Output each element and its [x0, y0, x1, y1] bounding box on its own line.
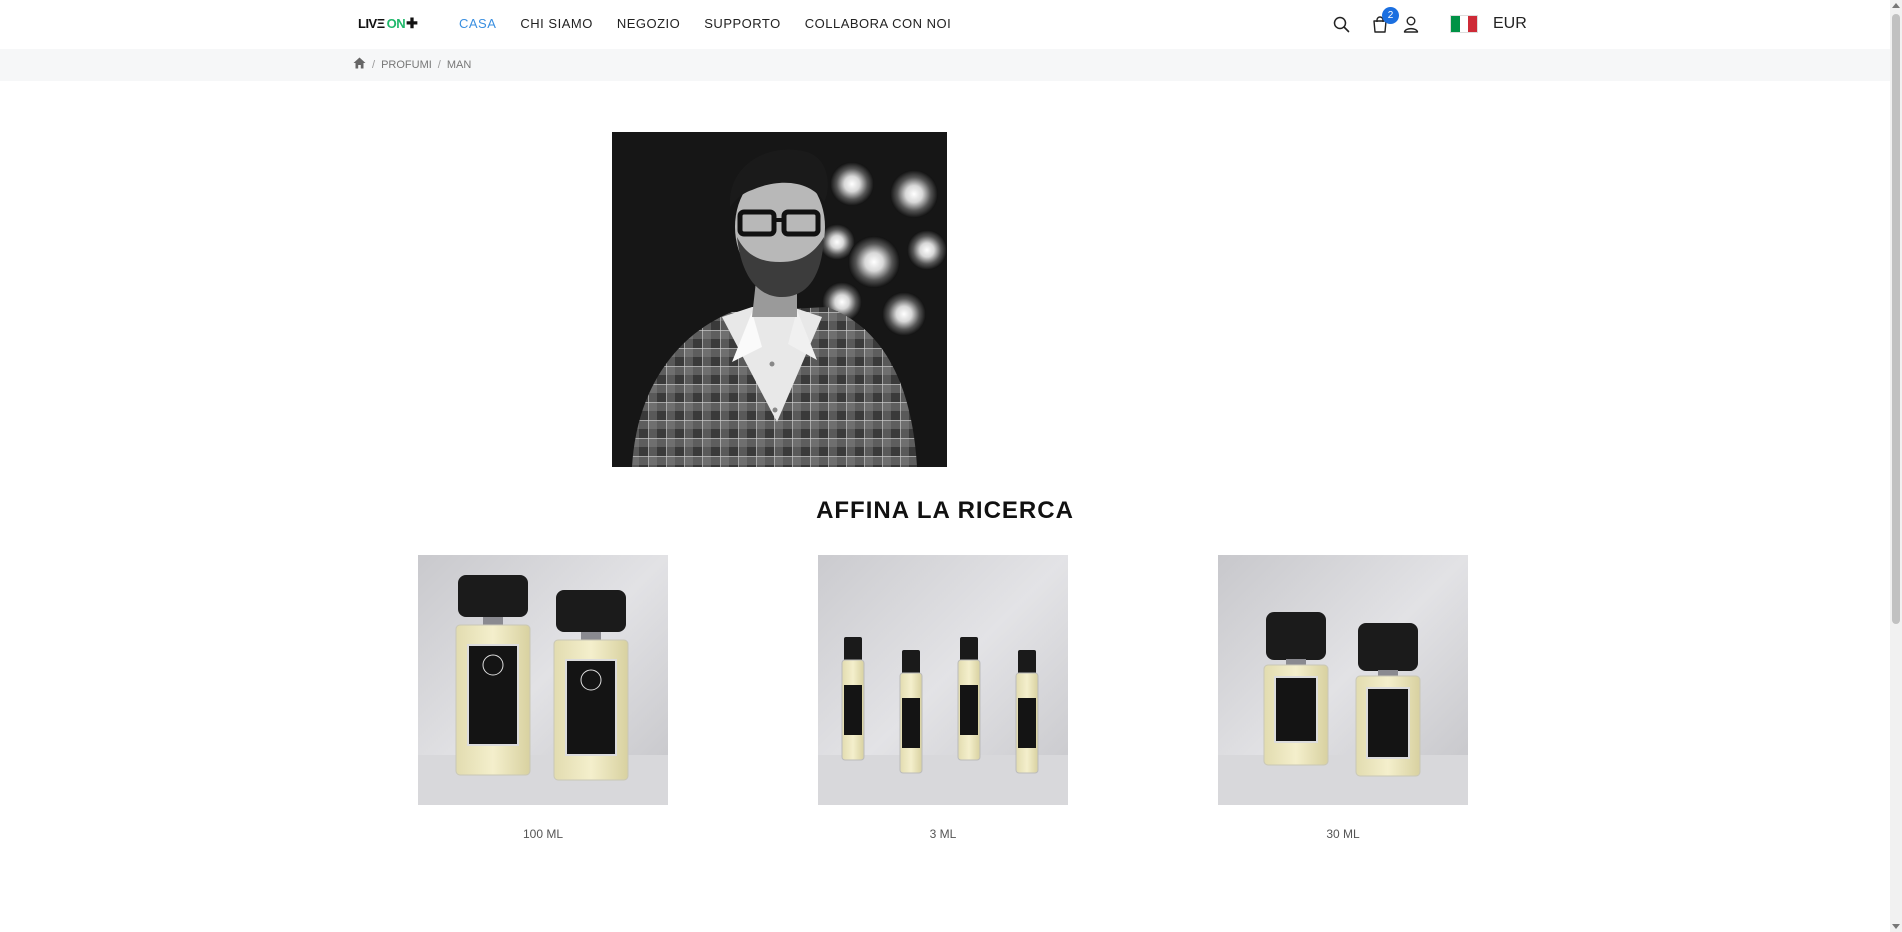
breadcrumb-item-man: MAN: [446, 58, 472, 71]
product-card-100ml[interactable]: 100 ML: [418, 555, 668, 841]
cart-button[interactable]: 2: [1369, 7, 1399, 35]
breadcrumb-bar: / PROFUMI / MAN: [0, 49, 1890, 81]
logo-text-live: LIVΞ: [358, 15, 385, 31]
breadcrumb-separator: /: [437, 58, 441, 71]
scrollbar-thumb[interactable]: [1892, 14, 1900, 624]
product-image-3ml[interactable]: [818, 555, 1068, 805]
nav-item-chi-siamo[interactable]: CHI SIAMO: [520, 16, 592, 31]
site-header: LIVΞ ON ✚ CASA CHI SIAMO NEGOZIO SUPPORT…: [0, 0, 1890, 49]
scroll-up-icon[interactable]: [1892, 3, 1900, 8]
nav-item-collabora-con-noi[interactable]: COLLABORA CON NOI: [805, 16, 951, 31]
header-actions: 2 EUR: [1330, 7, 1527, 36]
page-scrollbar[interactable]: [1890, 0, 1902, 932]
product-card-3ml[interactable]: 3 ML: [818, 555, 1068, 841]
breadcrumb: / PROFUMI / MAN: [353, 57, 471, 72]
currency-selector[interactable]: EUR: [1493, 15, 1527, 33]
product-label[interactable]: 30 ML: [1218, 827, 1468, 841]
logo-plus-icon: ✚: [406, 14, 418, 31]
logo-text-on: ON: [386, 15, 406, 31]
product-label[interactable]: 3 ML: [818, 827, 1068, 841]
breadcrumb-separator: /: [372, 58, 376, 71]
product-label[interactable]: 100 ML: [418, 827, 668, 841]
cart-count-badge: 2: [1382, 7, 1399, 24]
user-icon[interactable]: [1400, 13, 1422, 35]
breadcrumb-item-profumi[interactable]: PROFUMI: [381, 59, 432, 71]
product-image-100ml[interactable]: [418, 555, 668, 805]
home-icon[interactable]: [353, 57, 366, 72]
product-image-30ml[interactable]: [1218, 555, 1468, 805]
product-card-30ml[interactable]: 30 ML: [1218, 555, 1468, 841]
nav-item-negozio[interactable]: NEGOZIO: [617, 16, 680, 31]
search-icon[interactable]: [1330, 13, 1352, 35]
section-title: AFFINA LA RICERCA: [816, 497, 1074, 524]
site-logo[interactable]: LIVΞ ON ✚: [358, 14, 418, 31]
nav-item-supporto[interactable]: SUPPORTO: [704, 16, 780, 31]
main-nav: CASA CHI SIAMO NEGOZIO SUPPORTO COLLABOR…: [459, 16, 975, 31]
scroll-down-icon[interactable]: [1892, 924, 1900, 929]
hero-image-man: [612, 132, 947, 467]
nav-item-casa[interactable]: CASA: [459, 16, 496, 31]
italy-flag-icon[interactable]: [1450, 15, 1478, 33]
